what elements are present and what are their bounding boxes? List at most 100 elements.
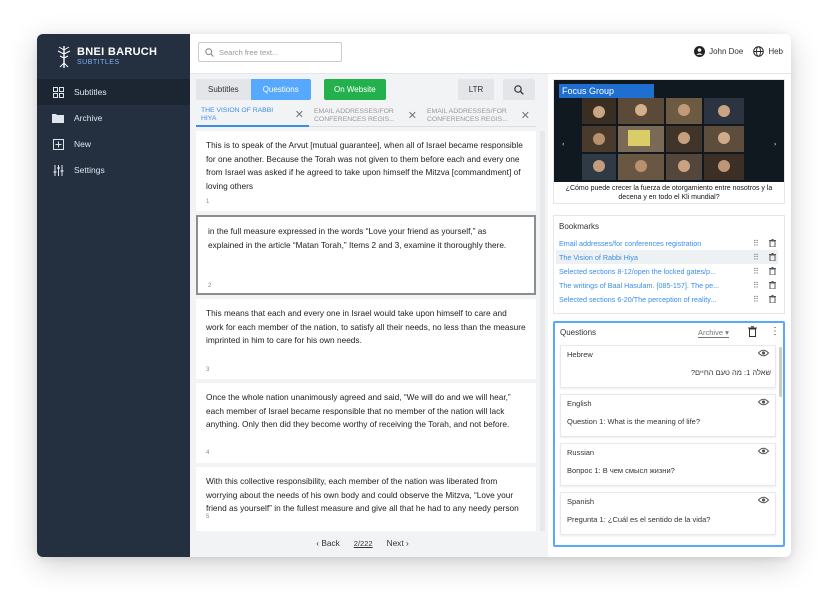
subtitle-card-selected[interactable]: in the full measure expressed in the wor… (196, 215, 536, 295)
tab-email-addresses-2[interactable]: EMAIL ADDRESSES/FOR CONFERENCES REGIS...… (422, 105, 535, 127)
eye-icon[interactable] (758, 349, 769, 357)
subtitle-cards: This is to speak of the Arvut [mutual gu… (196, 131, 536, 531)
trash-icon[interactable] (769, 281, 776, 289)
tab-label: THE VISION OF RABBI HIYA (201, 107, 274, 122)
trash-icon[interactable] (769, 295, 776, 303)
drag-handle-icon[interactable]: ⠿ (753, 239, 763, 248)
questions-toggle-button[interactable]: Questions (250, 79, 311, 100)
archive-dropdown[interactable]: Archive ▾ (698, 328, 729, 338)
video-frame: ‹ › Focus Group (554, 80, 784, 182)
sidebar-item-label: Subtitles (74, 87, 107, 97)
mode-toggle: Subtitles Questions (196, 79, 311, 100)
sidebar-item-new[interactable]: New (37, 131, 190, 157)
close-icon[interactable]: ✕ (408, 111, 417, 122)
bookmark-item[interactable]: The writings of Baal Hasulam. [085-157].… (556, 278, 778, 292)
question-item[interactable]: English Question 1: What is the meaning … (560, 394, 776, 437)
tree-logo-icon (57, 45, 71, 68)
subtitles-toggle-button[interactable]: Subtitles (196, 79, 251, 100)
user-name[interactable]: John Doe (709, 47, 743, 56)
trash-icon[interactable] (748, 326, 757, 337)
subtitle-number: 1 (206, 199, 210, 205)
search-placeholder: Search free text... (219, 47, 279, 57)
subtitle-card[interactable]: This means that each and every one in Is… (196, 299, 536, 379)
more-vertical-icon[interactable]: ⋮ (770, 326, 780, 337)
questions-title: Questions (560, 328, 597, 337)
eye-icon[interactable] (758, 496, 769, 504)
bookmark-label[interactable]: The Vision of Rabbi Hiya (559, 253, 745, 262)
trash-icon[interactable] (769, 253, 776, 261)
drag-handle-icon[interactable]: ⠿ (753, 295, 763, 304)
sidebar-item-settings[interactable]: Settings (37, 157, 190, 183)
question-item[interactable]: Hebrew שאלה 1: מה טעם החיים? (560, 345, 776, 388)
back-button[interactable]: ‹ Back (316, 538, 340, 548)
questions-scrollbar[interactable] (779, 347, 782, 397)
search-button[interactable] (503, 79, 535, 100)
sidebar-item-label: Archive (74, 113, 103, 123)
page-indicator[interactable]: 2/222 (354, 539, 373, 548)
question-item[interactable]: Spanish Pregunta 1: ¿Cuál es el sentido … (560, 492, 776, 535)
subtitle-text: in the full measure expressed in the wor… (208, 226, 507, 250)
folder-icon (52, 112, 64, 124)
account-icon[interactable] (694, 46, 706, 57)
subtitle-number: 3 (206, 367, 210, 373)
subtitle-card[interactable]: With this collective responsibility, eac… (196, 467, 536, 531)
subtitle-number: 5 (206, 514, 210, 520)
document-tabs: THE VISION OF RABBI HIYA ✕ EMAIL ADDRESS… (196, 105, 536, 127)
bookmark-item[interactable]: Selected sections 8-12/open the locked g… (556, 264, 778, 278)
app-window: BNEI BARUCH SUBTITLES Subtitles Archive (37, 34, 791, 557)
archive-label: Archive (698, 328, 724, 337)
chevron-down-icon: ▾ (725, 328, 729, 337)
bookmark-item-active[interactable]: The Vision of Rabbi Hiya ⠿ (556, 250, 778, 264)
trash-icon[interactable] (769, 239, 776, 247)
subtitle-card[interactable]: This is to speak of the Arvut [mutual gu… (196, 131, 536, 211)
subtitle-card[interactable]: Once the whole nation unanimously agreed… (196, 383, 536, 463)
bookmark-label[interactable]: Selected sections 8-12/open the locked g… (559, 267, 745, 276)
drag-handle-icon[interactable]: ⠿ (753, 253, 763, 262)
main-panel: Subtitles Questions On Website LTR THE V… (190, 74, 548, 557)
language-label[interactable]: Heb (768, 47, 783, 56)
bookmark-item[interactable]: Email addresses/for conferences registra… (556, 236, 778, 250)
tab-email-addresses-1[interactable]: EMAIL ADDRESSES/FOR CONFERENCES REGIS...… (309, 105, 422, 127)
subtitle-text: This means that each and every one in Is… (206, 308, 526, 345)
bookmarks-title: Bookmarks (559, 222, 600, 231)
ltr-button[interactable]: LTR (458, 79, 494, 100)
question-text: Question 1: What is the meaning of life? (567, 417, 700, 426)
drag-handle-icon[interactable]: ⠿ (753, 267, 763, 276)
tab-label: EMAIL ADDRESSES/FOR CONFERENCES REGIS... (427, 108, 508, 123)
close-icon[interactable]: ✕ (295, 110, 304, 121)
focus-group-label: Focus Group (559, 84, 654, 98)
close-icon[interactable]: ✕ (521, 111, 530, 122)
bookmark-label[interactable]: The writings of Baal Hasulam. [085-157].… (559, 281, 745, 290)
question-item[interactable]: Russian Вопрос 1: В чем смысл жизни? (560, 443, 776, 486)
search-input[interactable]: Search free text... (198, 42, 342, 62)
subtitle-number: 2 (208, 283, 212, 289)
subtitle-text: With this collective responsibility, eac… (206, 476, 519, 513)
cards-scrollbar[interactable] (540, 131, 545, 531)
drag-handle-icon[interactable]: ⠿ (753, 281, 763, 290)
subtitle-text: This is to speak of the Arvut [mutual gu… (206, 140, 523, 191)
bookmark-item[interactable]: Selected sections 6-20/The perception of… (556, 292, 778, 306)
sidebar-item-archive[interactable]: Archive (37, 105, 190, 131)
sliders-icon (52, 164, 64, 176)
trash-icon[interactable] (769, 267, 776, 275)
globe-icon[interactable] (753, 46, 765, 57)
bookmark-label[interactable]: Email addresses/for conferences registra… (559, 239, 745, 248)
brand[interactable]: BNEI BARUCH SUBTITLES (37, 34, 190, 79)
search-icon (205, 47, 214, 57)
question-text: Pregunta 1: ¿Cuál es el sentido de la vi… (567, 515, 711, 524)
on-website-button[interactable]: On Website (324, 79, 386, 100)
eye-icon[interactable] (758, 398, 769, 406)
sidebar-nav: Subtitles Archive New Settings (37, 79, 190, 183)
bookmark-label[interactable]: Selected sections 6-20/The perception of… (559, 295, 745, 304)
question-text: שאלה 1: מה טעם החיים? (690, 368, 771, 377)
sidebar: BNEI BARUCH SUBTITLES Subtitles Archive (37, 34, 190, 557)
tab-label: EMAIL ADDRESSES/FOR CONFERENCES REGIS... (314, 108, 395, 123)
brand-name: BNEI BARUCH (77, 45, 158, 58)
grid-icon (52, 86, 64, 98)
eye-icon[interactable] (758, 447, 769, 455)
subtitle-text: Once the whole nation unanimously agreed… (206, 392, 511, 429)
tab-vision-of-rabbi-hiya[interactable]: THE VISION OF RABBI HIYA ✕ (196, 105, 309, 127)
search-icon (514, 84, 524, 95)
sidebar-item-subtitles[interactable]: Subtitles (37, 79, 190, 105)
next-button[interactable]: Next › (387, 538, 409, 548)
